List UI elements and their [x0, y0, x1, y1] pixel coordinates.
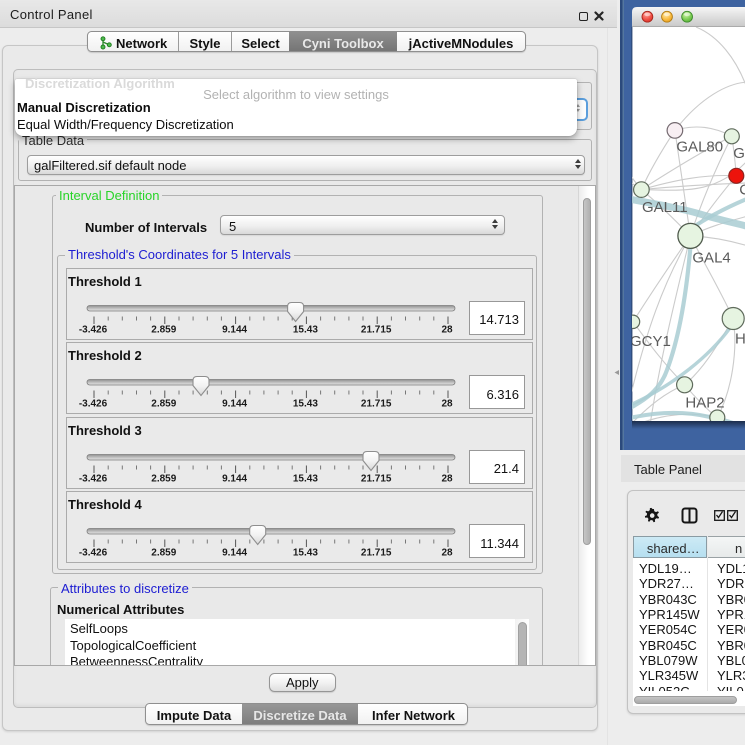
svg-text:HA: HA	[735, 331, 745, 348]
svg-text:-3.426: -3.426	[79, 399, 108, 410]
svg-text:GCY1: GCY1	[630, 333, 671, 350]
svg-text:2.859: 2.859	[151, 399, 176, 410]
svg-text:28: 28	[441, 399, 453, 410]
svg-text:-3.426: -3.426	[79, 473, 108, 484]
svg-text:C: C	[739, 182, 745, 199]
svg-text:15.43: 15.43	[293, 399, 318, 410]
svg-text:28: 28	[441, 548, 453, 559]
svg-text:9.144: 9.144	[222, 548, 247, 559]
svg-text:2.859: 2.859	[151, 473, 176, 484]
svg-text:9.144: 9.144	[222, 324, 247, 335]
svg-text:15.43: 15.43	[293, 473, 318, 484]
svg-text:HAP2: HAP2	[685, 394, 724, 411]
svg-text:15.43: 15.43	[293, 324, 318, 335]
svg-text:GAL11: GAL11	[642, 199, 688, 216]
svg-text:GAL4: GAL4	[692, 250, 730, 267]
svg-text:-3.426: -3.426	[79, 324, 108, 335]
svg-text:GA: GA	[733, 145, 745, 162]
svg-text:9.144: 9.144	[222, 399, 247, 410]
svg-text:GAL80: GAL80	[676, 138, 723, 155]
svg-text:28: 28	[441, 324, 453, 335]
svg-text:2.859: 2.859	[151, 548, 176, 559]
svg-text:21.715: 21.715	[361, 324, 392, 335]
svg-text:21.715: 21.715	[361, 548, 392, 559]
svg-text:21.715: 21.715	[361, 473, 392, 484]
svg-text:15.43: 15.43	[293, 548, 318, 559]
svg-text:-3.426: -3.426	[79, 548, 108, 559]
svg-text:9.144: 9.144	[222, 473, 247, 484]
svg-text:21.715: 21.715	[361, 399, 392, 410]
svg-text:28: 28	[441, 473, 453, 484]
svg-text:2.859: 2.859	[151, 324, 176, 335]
